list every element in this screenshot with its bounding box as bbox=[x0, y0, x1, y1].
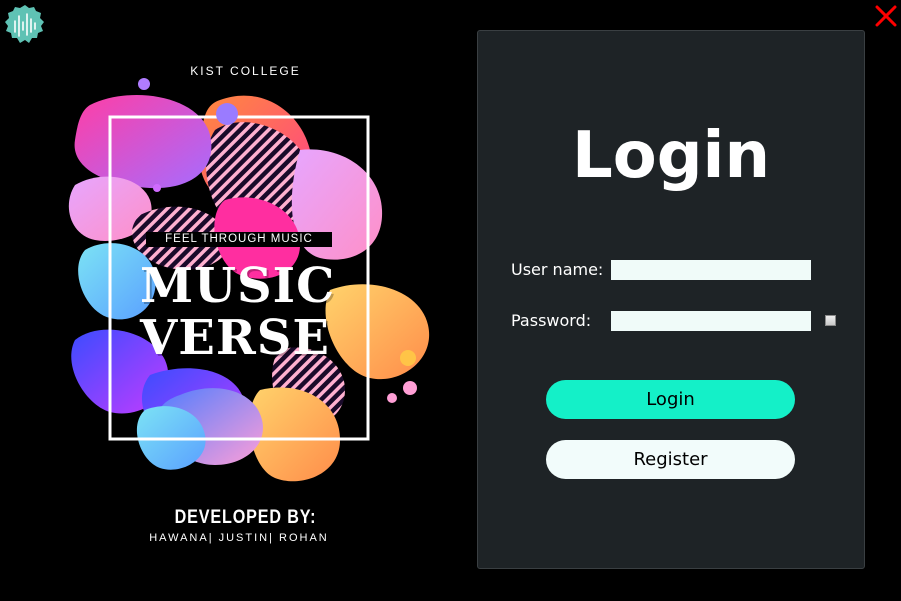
username-input[interactable] bbox=[611, 260, 811, 280]
app-logo-icon bbox=[5, 5, 44, 43]
college-name: KIST COLLEGE bbox=[190, 64, 301, 78]
password-input[interactable] bbox=[611, 311, 811, 331]
login-panel: Login bbox=[477, 30, 865, 569]
register-button[interactable]: Register bbox=[546, 440, 795, 479]
username-label: User name: bbox=[511, 260, 604, 279]
show-password-checkbox[interactable] bbox=[825, 315, 836, 326]
developer-names: HAWANA| JUSTIN| ROHAN bbox=[149, 532, 329, 544]
developed-by-label: DEVELOPED BY: bbox=[174, 507, 317, 528]
poster-tagline: FEEL THROUGH MUSIC bbox=[146, 232, 332, 247]
poster-title-verse: VERSE bbox=[140, 310, 330, 366]
poster-title-music: MUSIC bbox=[140, 258, 336, 314]
login-heading: Login bbox=[571, 119, 771, 193]
login-button[interactable]: Login bbox=[546, 380, 795, 419]
close-icon[interactable] bbox=[874, 4, 898, 28]
password-label: Password: bbox=[511, 311, 592, 330]
